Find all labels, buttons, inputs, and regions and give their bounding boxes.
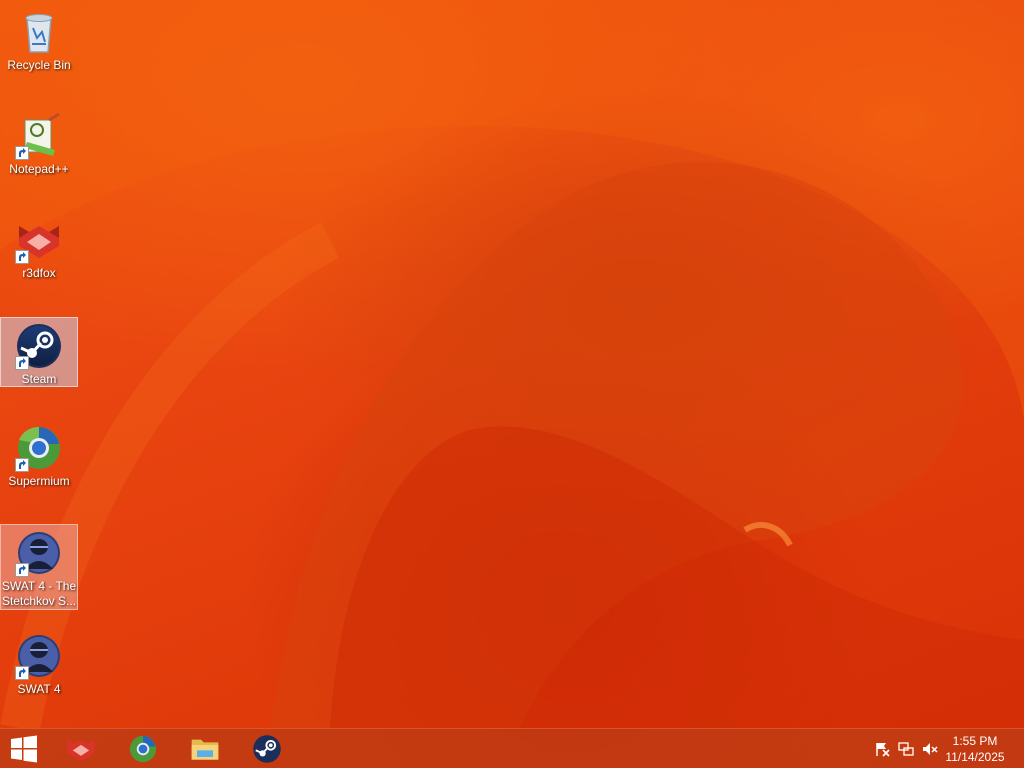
desktop-icon-swat4[interactable]: SWAT 4 (0, 628, 78, 698)
r3dfox-icon (67, 739, 95, 762)
supermium-icon (15, 424, 63, 472)
shortcut-arrow-icon (15, 563, 29, 577)
taskbar-app-steam[interactable] (238, 729, 296, 768)
start-button[interactable] (0, 729, 48, 768)
shortcut-arrow-icon (15, 146, 29, 160)
action-center-flag-icon[interactable] (874, 741, 890, 757)
desktop-icon-notepad-plus-plus[interactable]: Notepad++ (0, 108, 78, 178)
windows-logo-icon (11, 735, 37, 763)
desktop-icon-label: r3dfox (22, 266, 56, 280)
desktop-icon-label: Recycle Bin (7, 58, 71, 72)
taskbar-app-file-explorer[interactable] (176, 729, 234, 768)
desktop-wallpaper (0, 0, 1024, 768)
desktop-icon-label: Supermium (8, 474, 70, 488)
desktop-icon-label: Notepad++ (9, 162, 69, 176)
desktop-icon-supermium[interactable]: Supermium (0, 420, 78, 490)
clock-time: 1:55 PM (952, 734, 998, 748)
recycle-bin-icon (15, 8, 63, 56)
swat4-icon (15, 632, 63, 680)
desktop-icon-swat4-stetchkov[interactable]: SWAT 4 - The Stetchkov S... (0, 524, 78, 610)
shortcut-arrow-icon (15, 458, 29, 472)
taskbar-clock[interactable]: 1:55 PM 11/14/2025 (940, 733, 1010, 765)
clock-date: 11/14/2025 (945, 750, 1005, 764)
file-explorer-icon (191, 739, 219, 760)
taskbar: 1:55 PM 11/14/2025 (0, 728, 1024, 768)
desktop-icon-label: SWAT 4 (17, 682, 61, 696)
desktop-icon-r3dfox[interactable]: r3dfox (0, 212, 78, 282)
desktop-icon-label: SWAT 4 - The Stetchkov S... (1, 579, 77, 608)
steam-icon (253, 735, 281, 763)
supermium-icon (129, 735, 157, 763)
volume-muted-icon[interactable] (922, 741, 938, 757)
swat4-icon (15, 529, 63, 577)
shortcut-arrow-icon (15, 666, 29, 680)
taskbar-app-supermium[interactable] (114, 729, 172, 768)
desktop-icon-recycle-bin[interactable]: Recycle Bin (0, 4, 78, 74)
taskbar-app-r3dfox[interactable] (52, 729, 110, 768)
steam-icon (15, 322, 63, 370)
shortcut-arrow-icon (15, 356, 29, 370)
network-icon[interactable] (898, 741, 914, 757)
desktop-icon-steam[interactable]: Steam (0, 317, 78, 387)
shortcut-arrow-icon (15, 250, 29, 264)
desktop-icon-label: Steam (21, 372, 57, 386)
r3dfox-icon (15, 216, 63, 264)
notepad-plus-plus-icon (15, 112, 63, 160)
